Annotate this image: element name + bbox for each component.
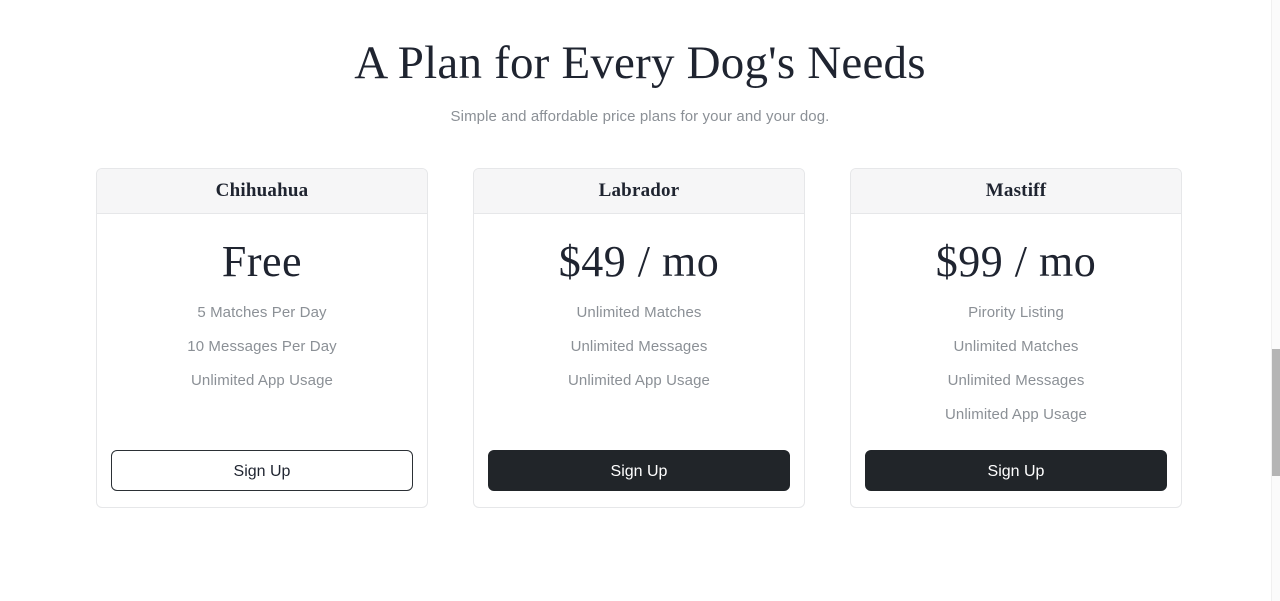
page-title: A Plan for Every Dog's Needs <box>354 37 926 89</box>
plan-cta-wrap: Sign Up <box>111 432 413 491</box>
sign-up-button-labrador[interactable]: Sign Up <box>488 450 790 491</box>
pricing-page: A Plan for Every Dog's Needs Simple and … <box>0 0 1280 601</box>
plan-price: $99 / mo <box>935 237 1097 286</box>
plan-card-header: Labrador <box>474 169 804 214</box>
plan-feature-item: 10 Messages Per Day <box>187 338 337 355</box>
plan-name: Chihuahua <box>215 180 309 201</box>
plan-feature-item: Unlimited Matches <box>576 304 702 321</box>
plan-card-body: $49 / mo Unlimited Matches Unlimited Mes… <box>474 214 804 507</box>
plan-card-header: Chihuahua <box>97 169 427 214</box>
plan-cta-wrap: Sign Up <box>488 432 790 491</box>
plan-feature-item: 5 Matches Per Day <box>197 304 327 321</box>
plan-feature-item: Pirority Listing <box>968 304 1064 321</box>
plan-cta-wrap: Sign Up <box>865 432 1167 491</box>
sign-up-button-mastiff[interactable]: Sign Up <box>865 450 1167 491</box>
sign-up-button-chihuahua[interactable]: Sign Up <box>111 450 413 491</box>
plan-card-header: Mastiff <box>851 169 1181 214</box>
plan-name: Mastiff <box>985 180 1047 201</box>
plan-feature-list: 5 Matches Per Day 10 Messages Per Day Un… <box>111 296 413 398</box>
pricing-cards-row: Chihuahua Free 5 Matches Per Day 10 Mess… <box>96 168 1182 508</box>
plan-feature-item: Unlimited Matches <box>953 338 1079 355</box>
plan-feature-item: Unlimited Messages <box>570 338 708 355</box>
plan-card-body: Free 5 Matches Per Day 10 Messages Per D… <box>97 214 427 507</box>
plan-feature-item: Unlimited Messages <box>947 372 1085 389</box>
plan-price: Free <box>221 237 303 286</box>
page-scrollbar-track[interactable] <box>1271 0 1280 601</box>
plan-feature-item: Unlimited App Usage <box>945 406 1087 423</box>
plan-price: $49 / mo <box>558 237 720 286</box>
plan-feature-item: Unlimited App Usage <box>191 372 333 389</box>
plan-card-chihuahua: Chihuahua Free 5 Matches Per Day 10 Mess… <box>96 168 428 508</box>
plan-feature-list: Unlimited Matches Unlimited Messages Unl… <box>488 296 790 398</box>
plan-card-mastiff: Mastiff $99 / mo Pirority Listing Unlimi… <box>850 168 1182 508</box>
plan-name: Labrador <box>598 180 680 201</box>
page-subtitle: Simple and affordable price plans for yo… <box>450 108 830 125</box>
plan-feature-list: Pirority Listing Unlimited Matches Unlim… <box>865 296 1167 432</box>
plan-card-labrador: Labrador $49 / mo Unlimited Matches Unli… <box>473 168 805 508</box>
page-heading: A Plan for Every Dog's Needs Simple and … <box>0 0 1280 128</box>
plan-feature-item: Unlimited App Usage <box>568 372 710 389</box>
plan-card-body: $99 / mo Pirority Listing Unlimited Matc… <box>851 214 1181 507</box>
page-scrollbar-thumb[interactable] <box>1272 349 1280 476</box>
